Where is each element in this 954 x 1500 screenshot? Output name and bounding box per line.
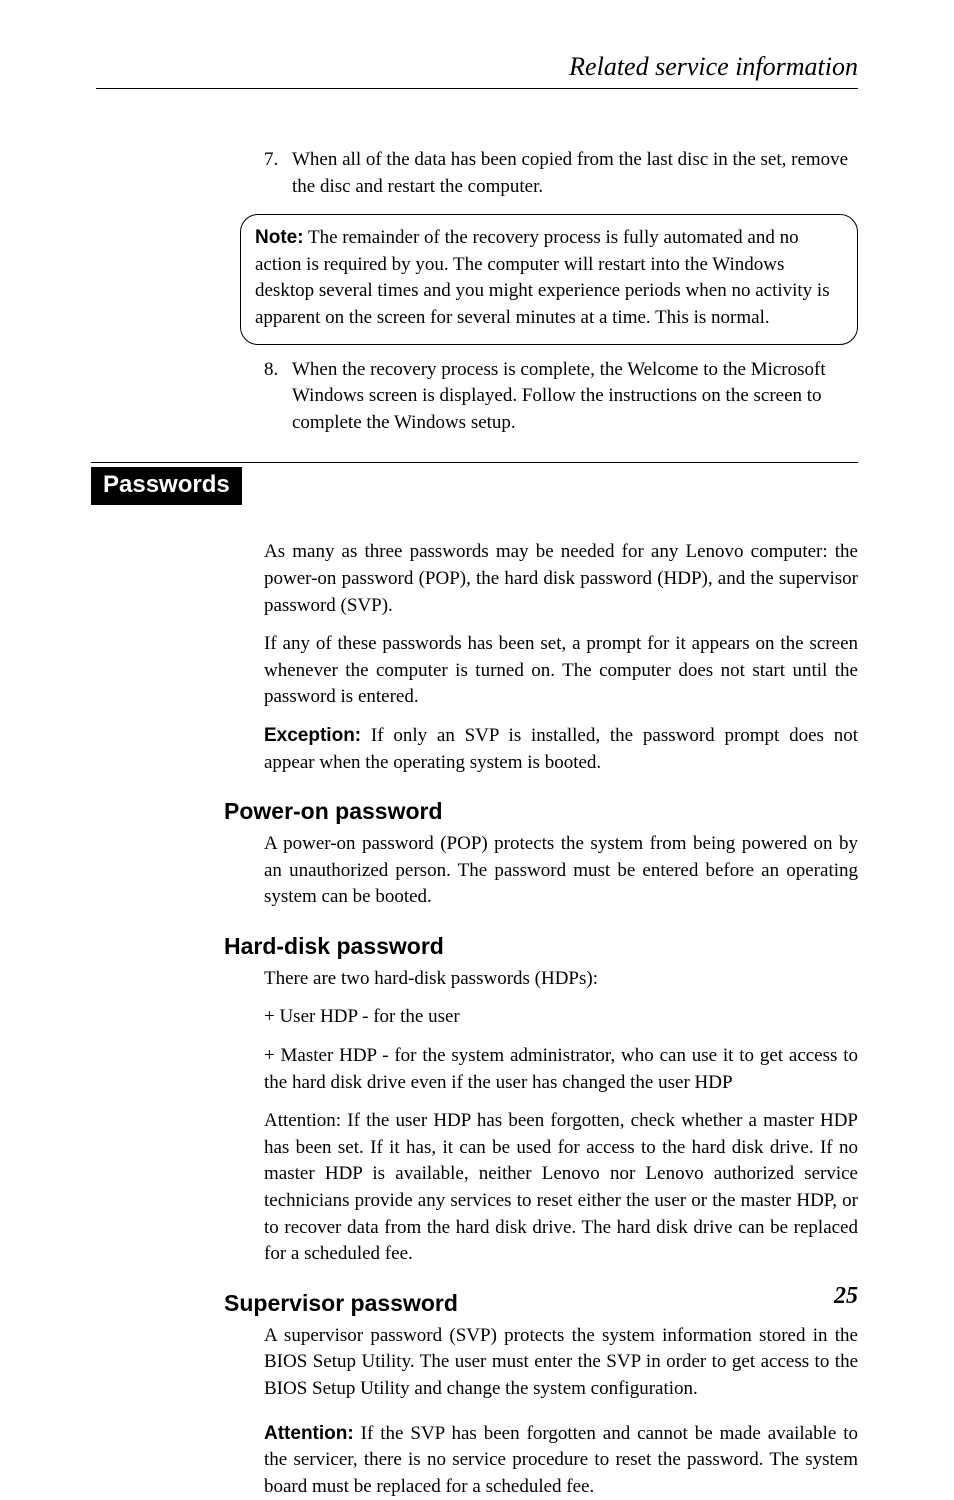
section-passwords: Passwords — [91, 462, 858, 505]
hdp-line2: + User HDP - for the user — [264, 1004, 858, 1031]
passwords-intro-1: As many as three passwords may be needed… — [264, 539, 858, 619]
hdp-line4: Attention: If the user HDP has been forg… — [264, 1108, 858, 1268]
heading-supervisor-password: Supervisor password — [224, 1290, 858, 1317]
note-box: Note: The remainder of the recovery proc… — [240, 214, 858, 344]
attention-text: If the SVP has been forgotten and cannot… — [264, 1423, 858, 1497]
svp-text1: A supervisor password (SVP) protects the… — [264, 1323, 858, 1403]
running-head-text: Related service information — [569, 52, 858, 81]
heading-power-on-password: Power-on password — [224, 798, 858, 825]
passwords-exception: Exception: If only an SVP is installed, … — [264, 723, 858, 776]
heading-hard-disk-password: Hard-disk password — [224, 933, 858, 960]
note-text: The remainder of the recovery process is… — [255, 227, 830, 328]
section-title-passwords: Passwords — [91, 467, 242, 505]
step-8-number: 8. — [264, 357, 292, 437]
svp-attention: Attention: If the SVP has been forgotten… — [264, 1421, 858, 1500]
step-7-number: 7. — [264, 147, 292, 200]
step-8: 8. When the recovery process is complete… — [264, 357, 858, 437]
running-head-rule — [96, 88, 858, 89]
step-7: 7. When all of the data has been copied … — [264, 147, 858, 200]
note-lead: Note: — [255, 227, 304, 248]
step-8-text: When the recovery process is complete, t… — [292, 357, 858, 437]
section-rule — [91, 462, 858, 463]
running-head: Related service information — [96, 52, 858, 89]
hdp-line1: There are two hard-disk passwords (HDPs)… — [264, 966, 858, 993]
passwords-intro-2: If any of these passwords has been set, … — [264, 631, 858, 711]
attention-lead: Attention: — [264, 1423, 354, 1444]
step-7-text: When all of the data has been copied fro… — [292, 147, 858, 200]
pop-text: A power-on password (POP) protects the s… — [264, 831, 858, 911]
hdp-line3: + Master HDP - for the system administra… — [264, 1043, 858, 1096]
exception-lead: Exception: — [264, 725, 361, 746]
page-number: 25 — [834, 1283, 858, 1310]
